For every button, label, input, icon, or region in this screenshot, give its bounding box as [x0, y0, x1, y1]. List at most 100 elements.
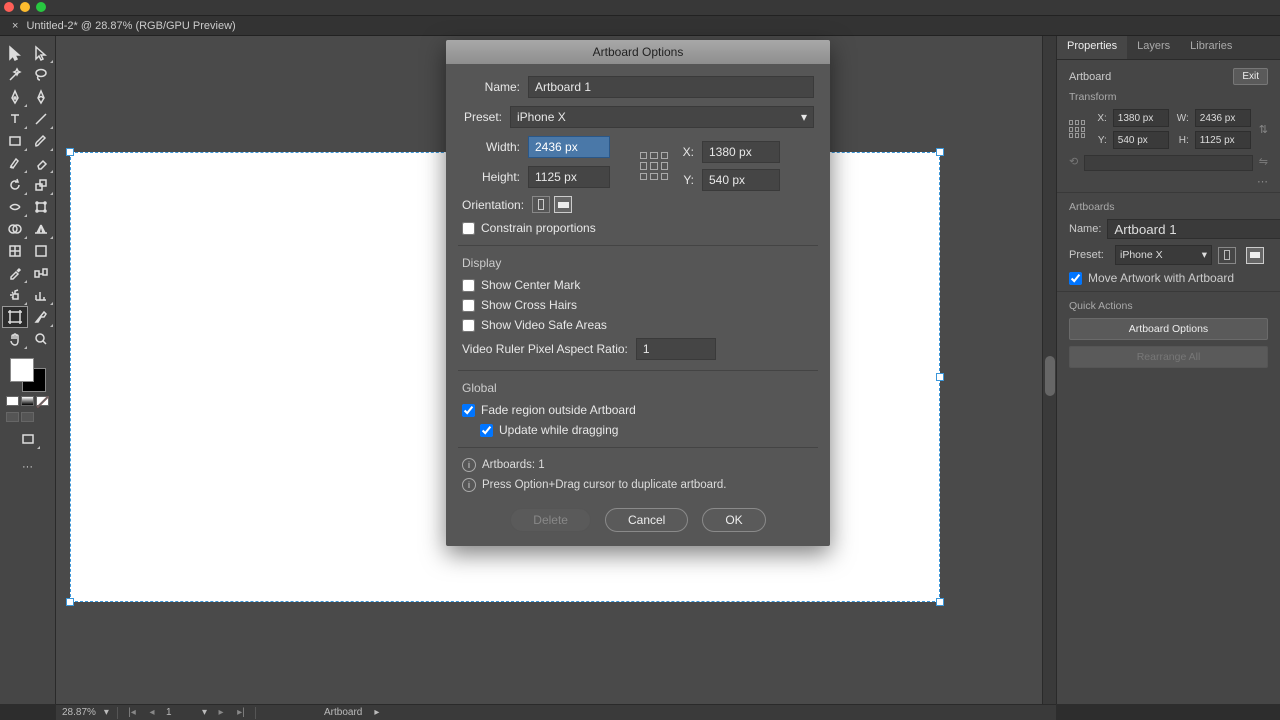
zoom-dropdown-icon[interactable]: ▾ — [104, 707, 109, 718]
width-input[interactable] — [528, 136, 610, 158]
height-input[interactable] — [528, 166, 610, 188]
color-mode-row[interactable] — [6, 396, 49, 406]
document-tab[interactable]: × Untitled-2* @ 28.87% (RGB/GPU Preview) — [0, 16, 1280, 36]
artboard-options-button[interactable]: Artboard Options — [1069, 318, 1268, 340]
shaper-tool[interactable] — [2, 152, 28, 174]
tab-layers[interactable]: Layers — [1127, 36, 1180, 59]
show-cross-checkbox[interactable]: Show Cross Hairs — [462, 298, 814, 312]
artboard-page-dropdown-icon[interactable]: ▾ — [202, 707, 207, 718]
ok-button[interactable]: OK — [702, 508, 765, 532]
pen-tool[interactable] — [2, 86, 28, 108]
y-input[interactable] — [1113, 131, 1169, 149]
shape-builder-tool[interactable] — [2, 218, 28, 240]
minimize-window-icon[interactable] — [20, 2, 30, 12]
selection-tool[interactable] — [2, 42, 28, 64]
type-tool[interactable] — [2, 108, 28, 130]
screen-mode-row[interactable] — [6, 412, 49, 422]
orientation-landscape[interactable] — [554, 196, 572, 213]
draw-normal[interactable] — [6, 412, 19, 422]
show-center-checkbox[interactable]: Show Center Mark — [462, 278, 814, 292]
update-checkbox[interactable]: Update while dragging — [480, 423, 814, 437]
paintbrush-tool[interactable] — [28, 130, 54, 152]
screen-mode-tool[interactable] — [15, 428, 41, 450]
zoom-level[interactable]: 28.87% — [62, 707, 96, 718]
x-input[interactable] — [702, 141, 780, 163]
window-controls[interactable] — [4, 0, 46, 14]
artboard-page-input[interactable] — [166, 707, 194, 718]
first-artboard-icon[interactable]: |◂ — [126, 707, 138, 718]
zoom-window-icon[interactable] — [36, 2, 46, 12]
preset-select[interactable]: iPhone X▾ — [1115, 245, 1212, 265]
edit-toolbar[interactable]: ··· — [15, 456, 41, 478]
resize-handle[interactable] — [66, 148, 74, 156]
cancel-button[interactable]: Cancel — [605, 508, 688, 532]
curvature-tool[interactable] — [28, 86, 54, 108]
scale-tool[interactable] — [28, 174, 54, 196]
color-mode-solid[interactable] — [6, 396, 19, 406]
rearrange-all-button[interactable]: Rearrange All — [1069, 346, 1268, 368]
move-artwork-checkbox[interactable]: Move Artwork with Artboard — [1069, 271, 1268, 285]
flip-h-icon[interactable]: ⇋ — [1259, 155, 1268, 171]
rotate-input[interactable] — [1084, 155, 1253, 171]
y-input[interactable] — [702, 169, 780, 191]
close-tab-icon[interactable]: × — [12, 20, 18, 32]
resize-handle[interactable] — [936, 373, 944, 381]
color-mode-none[interactable] — [36, 396, 49, 406]
eyedropper-tool[interactable] — [2, 262, 28, 284]
tab-libraries[interactable]: Libraries — [1180, 36, 1242, 59]
direct-selection-tool[interactable] — [28, 42, 54, 64]
slice-tool[interactable] — [28, 306, 54, 328]
draw-behind[interactable] — [21, 412, 34, 422]
blend-tool[interactable] — [28, 262, 54, 284]
gradient-tool[interactable] — [28, 240, 54, 262]
h-input[interactable] — [1195, 131, 1251, 149]
preset-select[interactable]: iPhone X▾ — [510, 106, 814, 128]
orientation-portrait-icon[interactable] — [1218, 247, 1236, 264]
fill-swatch[interactable] — [10, 358, 34, 382]
eraser-tool[interactable] — [28, 152, 54, 174]
name-input[interactable] — [528, 76, 814, 98]
rectangle-tool[interactable] — [2, 130, 28, 152]
next-artboard-icon[interactable]: ▸ — [215, 707, 227, 718]
ruler-ratio-input[interactable] — [636, 338, 716, 360]
artboard-name-input[interactable] — [1107, 219, 1280, 239]
hand-tool[interactable] — [2, 328, 28, 350]
artboard-tool[interactable] — [2, 306, 28, 328]
line-tool[interactable] — [28, 108, 54, 130]
resize-handle[interactable] — [66, 598, 74, 606]
rotate-tool[interactable] — [2, 174, 28, 196]
magic-wand-tool[interactable] — [2, 64, 28, 86]
column-graph-tool[interactable] — [28, 284, 54, 306]
reference-point-grid[interactable] — [640, 152, 668, 180]
last-artboard-icon[interactable]: ▸| — [235, 707, 247, 718]
rotate-icon[interactable]: ⟲ — [1069, 155, 1078, 171]
free-transform-tool[interactable] — [28, 196, 54, 218]
prev-artboard-icon[interactable]: ◂ — [146, 707, 158, 718]
resize-handle[interactable] — [936, 598, 944, 606]
fade-checkbox[interactable]: Fade region outside Artboard — [462, 403, 814, 417]
vertical-scrollbar[interactable] — [1042, 36, 1056, 704]
status-dropdown-icon[interactable]: ▸ — [374, 707, 379, 718]
fill-stroke-swatch[interactable] — [8, 358, 48, 392]
constrain-checkbox[interactable]: Constrain proportions — [462, 221, 814, 235]
more-options-icon[interactable]: ⋯ — [1069, 175, 1268, 188]
orientation-portrait[interactable] — [532, 196, 550, 213]
lasso-tool[interactable] — [28, 64, 54, 86]
color-mode-gradient[interactable] — [21, 396, 34, 406]
resize-handle[interactable] — [936, 148, 944, 156]
reference-point-icon[interactable] — [1069, 120, 1085, 138]
mesh-tool[interactable] — [2, 240, 28, 262]
perspective-grid-tool[interactable] — [28, 218, 54, 240]
w-input[interactable] — [1195, 109, 1251, 127]
x-input[interactable] — [1113, 109, 1169, 127]
show-safe-checkbox[interactable]: Show Video Safe Areas — [462, 318, 814, 332]
zoom-tool[interactable] — [28, 328, 54, 350]
delete-button[interactable]: Delete — [510, 508, 591, 532]
close-window-icon[interactable] — [4, 2, 14, 12]
exit-button[interactable]: Exit — [1233, 68, 1268, 85]
symbol-sprayer-tool[interactable] — [2, 284, 28, 306]
scrollbar-thumb[interactable] — [1045, 356, 1055, 396]
orientation-landscape-icon[interactable] — [1246, 247, 1264, 264]
width-tool[interactable] — [2, 196, 28, 218]
link-wh-icon[interactable]: ⇅ — [1259, 123, 1268, 136]
